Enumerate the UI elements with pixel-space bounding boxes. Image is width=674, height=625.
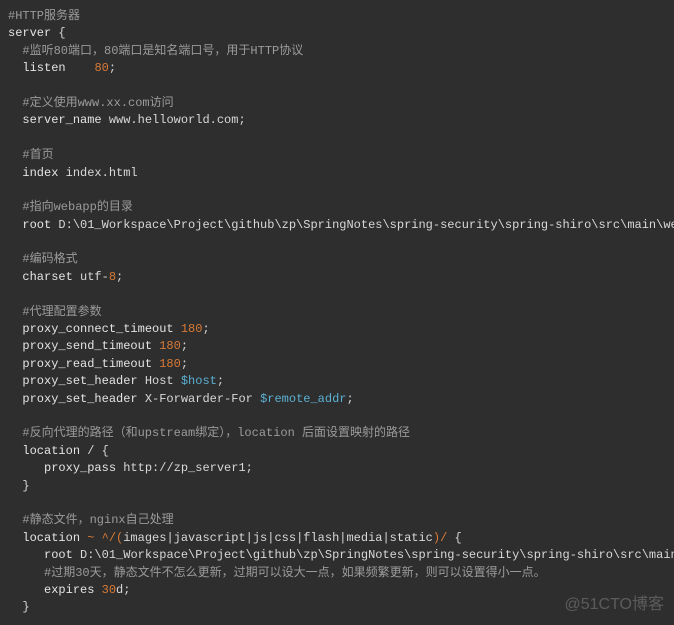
comment-listen: #监听80端口，80端口是知名端口号，用于HTTP协议 (22, 44, 303, 58)
proxypass-url: http://zp_server1 (123, 461, 245, 475)
pconn-directive: proxy_connect_timeout (22, 322, 173, 336)
comment-expires: #过期30天，静态文件不怎么更新，过期可以设大一点，如果频繁更新，则可以设置得小… (44, 566, 546, 580)
root2-value: D:\01_Workspace\Project\github\zp\Spring… (80, 548, 674, 562)
header-host: Host (145, 374, 174, 388)
pread-value: 180 (159, 357, 181, 371)
server-directive: server (8, 26, 51, 40)
servername-value: www.helloworld.com (109, 113, 239, 127)
expires-num: 30 (102, 583, 116, 597)
var-host: $host (181, 374, 217, 388)
comment-proxy: #代理配置参数 (22, 305, 101, 319)
expires-directive: expires (44, 583, 94, 597)
location-directive: location (22, 444, 80, 458)
code-block: #HTTP服务器 server { #监听80端口，80端口是知名端口号，用于H… (8, 8, 666, 617)
comment-http-server: #HTTP服务器 (8, 9, 80, 23)
servername-directive: server_name (22, 113, 101, 127)
comment-servername: #定义使用www.xx.com访问 (22, 96, 173, 110)
listen-port: 80 (94, 61, 108, 75)
proxypass-directive: proxy_pass (44, 461, 116, 475)
pheader-host-directive: proxy_set_header (22, 374, 137, 388)
pconn-value: 180 (181, 322, 203, 336)
index-directive: index (22, 166, 58, 180)
header-xff: X-Forwarder-For (145, 392, 253, 406)
comment-root: #指向webapp的目录 (22, 200, 132, 214)
location-root: / (87, 444, 94, 458)
pheader-xff-directive: proxy_set_header (22, 392, 137, 406)
comment-index: #首页 (22, 148, 53, 162)
charset-num: 8 (109, 270, 116, 284)
root2-directive: root (44, 548, 73, 562)
pread-directive: proxy_read_timeout (22, 357, 152, 371)
comment-static: #静态文件，nginx自己处理 (22, 513, 173, 527)
psend-value: 180 (159, 339, 181, 353)
comment-location-proxy: #反向代理的路径（和upstream绑定），location 后面设置映射的路径 (22, 426, 410, 440)
charset-directive: charset (22, 270, 72, 284)
charset-value: utf- (80, 270, 109, 284)
comment-charset: #编码格式 (22, 252, 77, 266)
root-directive: root (22, 218, 51, 232)
expires-unit: d (116, 583, 123, 597)
listen-directive: listen (22, 61, 65, 75)
root-value: D:\01_Workspace\Project\github\zp\Spring… (58, 218, 674, 232)
index-value: index.html (66, 166, 138, 180)
psend-directive: proxy_send_timeout (22, 339, 152, 353)
var-remote: $remote_addr (260, 392, 346, 406)
